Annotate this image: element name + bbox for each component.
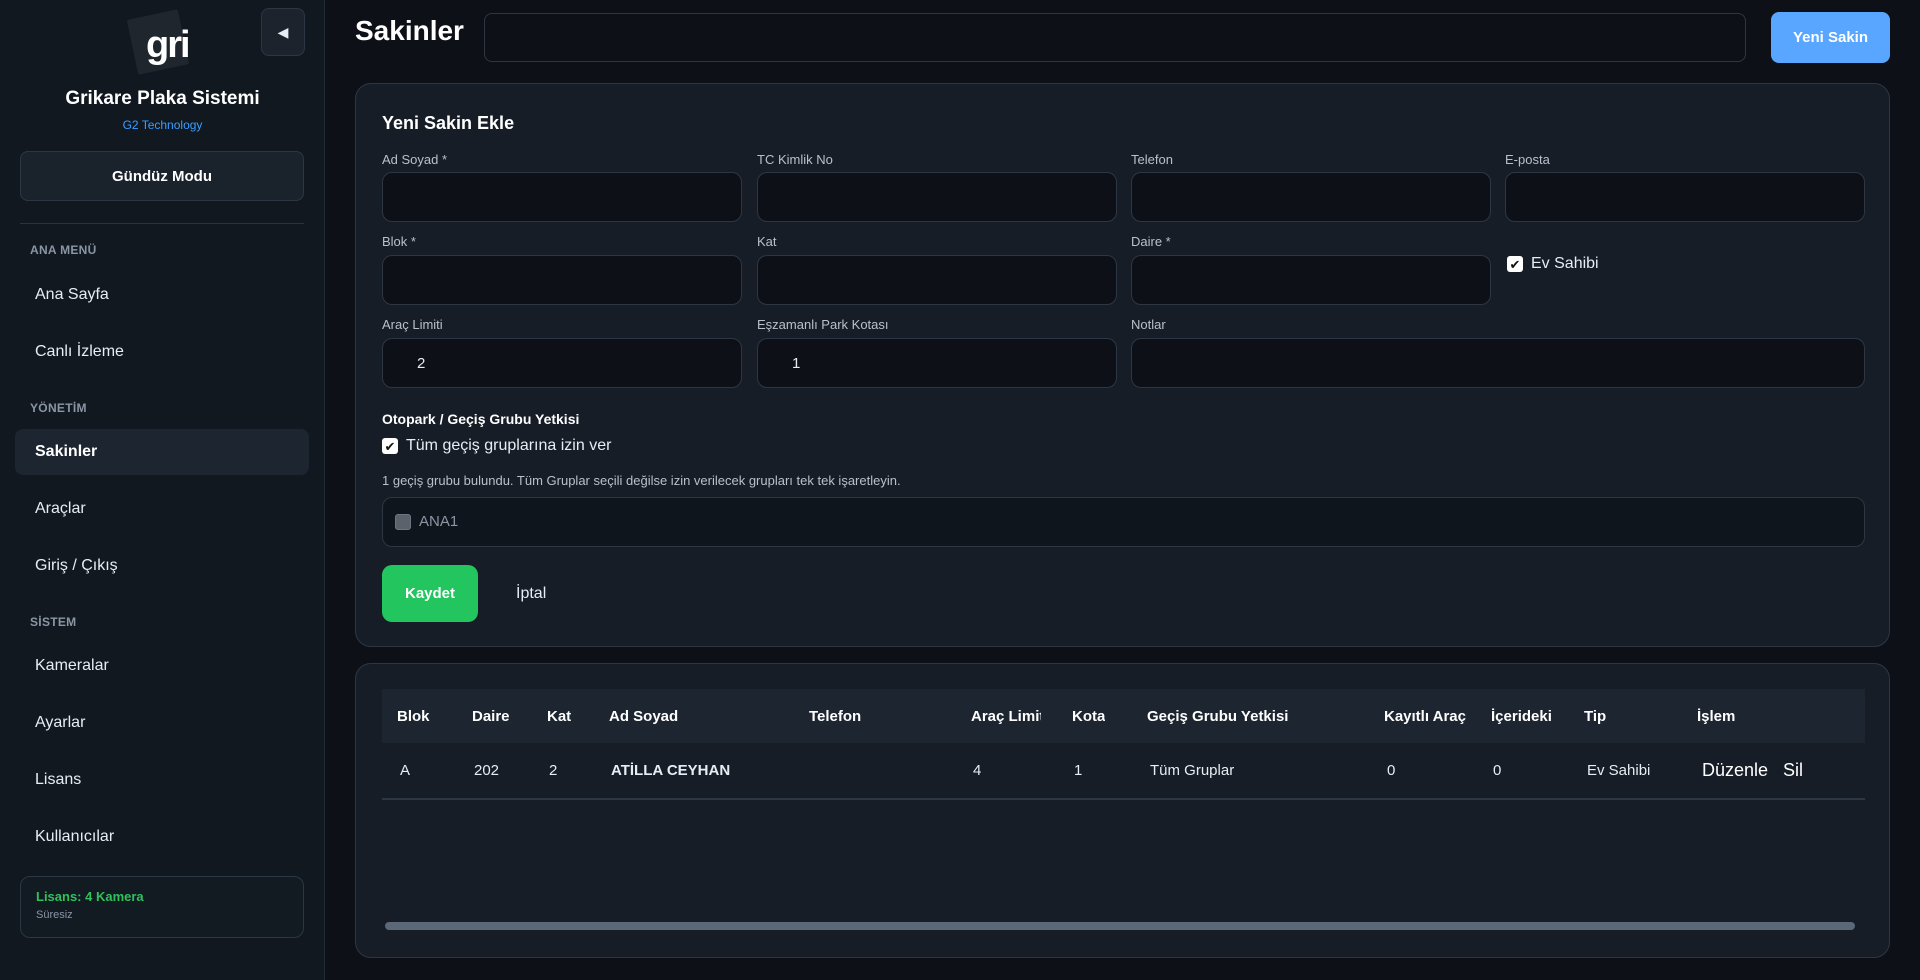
edit-button[interactable]: Düzenle bbox=[1702, 743, 1768, 798]
sidebar-item-cameras[interactable]: Kameralar bbox=[15, 643, 309, 689]
block-label: Blok * bbox=[382, 234, 416, 249]
sidebar-item-entry-exit[interactable]: Giriş / Çıkış bbox=[15, 543, 309, 589]
header-phone[interactable]: Telefon bbox=[809, 689, 861, 743]
header-block[interactable]: Blok bbox=[397, 689, 430, 743]
header-name[interactable]: Ad Soyad bbox=[609, 689, 678, 743]
floor-field[interactable] bbox=[757, 255, 1117, 305]
apartment-field[interactable] bbox=[1131, 255, 1491, 305]
header-vehicle-limit[interactable]: Araç Limiti bbox=[971, 689, 1041, 743]
cancel-button[interactable]: İptal bbox=[504, 565, 558, 622]
vehicle-limit-label: Araç Limiti bbox=[382, 317, 443, 332]
checkmark-icon: ✔ bbox=[384, 438, 396, 454]
allow-all-row[interactable]: ✔ Tüm geçiş gruplarına izin ver bbox=[382, 437, 611, 455]
cell-type: Ev Sahibi bbox=[1587, 762, 1651, 779]
cell-quota: 1 bbox=[1074, 762, 1083, 779]
sidebar-item-residents[interactable]: Sakinler bbox=[15, 429, 309, 475]
owner-checkbox-row[interactable]: ✔ Ev Sahibi bbox=[1507, 255, 1599, 273]
group-checkbox[interactable] bbox=[395, 513, 411, 530]
allow-all-label: Tüm geçiş gruplarına izin ver bbox=[406, 437, 612, 454]
access-help-text: 1 geçiş grubu bulundu. Tüm Gruplar seçil… bbox=[382, 473, 901, 488]
new-resident-form: Yeni Sakin Ekle Ad Soyad * TC Kimlik No … bbox=[355, 83, 1890, 647]
block-field[interactable] bbox=[382, 255, 742, 305]
group-label: ANA1 bbox=[419, 513, 459, 530]
app-title: Grikare Plaka Sistemi bbox=[65, 88, 260, 109]
header-quota[interactable]: Kota bbox=[1072, 689, 1105, 743]
page-title: Sakinler bbox=[355, 15, 464, 46]
cell-access-group: Tüm Gruplar bbox=[1150, 762, 1235, 779]
save-button[interactable]: Kaydet bbox=[382, 565, 478, 622]
cell-block: A bbox=[400, 762, 411, 779]
sidebar-item-live[interactable]: Canlı İzleme bbox=[15, 329, 309, 375]
sidebar-item-home[interactable]: Ana Sayfa bbox=[15, 272, 309, 318]
cell-floor: 2 bbox=[549, 762, 558, 779]
owner-label: Ev Sahibi bbox=[1531, 255, 1599, 272]
table-header: Blok Daire Kat Ad Soyad Telefon Araç Lim… bbox=[382, 689, 1865, 743]
cell-inside: 0 bbox=[1493, 762, 1502, 779]
header-inside[interactable]: İçerideki bbox=[1491, 689, 1552, 743]
sidebar-item-users[interactable]: Kullanıcılar bbox=[15, 814, 309, 860]
logo-text: gri bbox=[146, 24, 191, 66]
delete-button[interactable]: Sil bbox=[1783, 743, 1803, 798]
owner-checkbox[interactable]: ✔ bbox=[1507, 256, 1523, 272]
access-group-list: ANA1 bbox=[382, 497, 1865, 547]
app-subtitle: G2 Technology bbox=[122, 118, 203, 132]
residents-table: Blok Daire Kat Ad Soyad Telefon Araç Lim… bbox=[382, 689, 1865, 800]
full-name-label: Ad Soyad * bbox=[382, 152, 448, 167]
cell-name: ATİLLA CEYHAN bbox=[611, 762, 731, 779]
apartment-label: Daire * bbox=[1131, 234, 1171, 249]
header-apartment[interactable]: Daire bbox=[472, 689, 510, 743]
sidebar-item-settings[interactable]: Ayarlar bbox=[15, 700, 309, 746]
parking-quota-label: Eşzamanlı Park Kotası bbox=[757, 317, 889, 332]
header-floor[interactable]: Kat bbox=[547, 689, 571, 743]
phone-field[interactable] bbox=[1131, 172, 1491, 222]
vehicle-limit-field[interactable] bbox=[382, 338, 742, 388]
header-actions: İşlem bbox=[1697, 707, 1736, 725]
license-title: Lisans: 4 Kamera bbox=[36, 889, 144, 904]
tc-no-label: TC Kimlik No bbox=[757, 152, 833, 167]
group-item-ana1[interactable]: ANA1 bbox=[395, 513, 458, 530]
app-logo: gri bbox=[126, 8, 192, 75]
email-label: E-posta bbox=[1505, 152, 1550, 167]
table-row: A 202 2 ATİLLA CEYHAN 4 1 Tüm Gruplar 0 … bbox=[382, 743, 1865, 800]
checkmark-icon: ✔ bbox=[1509, 256, 1521, 272]
license-subtitle: Süresiz bbox=[36, 909, 73, 921]
section-label-system: SİSTEM bbox=[30, 615, 77, 629]
allow-all-checkbox[interactable]: ✔ bbox=[382, 438, 398, 454]
tc-no-field[interactable] bbox=[757, 172, 1117, 222]
header-access-group[interactable]: Geçiş Grubu Yetkisi bbox=[1147, 689, 1288, 743]
section-label-management: YÖNETİM bbox=[30, 401, 87, 415]
parking-quota-field[interactable] bbox=[757, 338, 1117, 388]
sidebar-item-vehicles[interactable]: Araçlar bbox=[15, 486, 309, 532]
email-field[interactable] bbox=[1505, 172, 1865, 222]
license-info-box: Lisans: 4 Kamera Süresiz bbox=[20, 876, 304, 938]
new-resident-button[interactable]: Yeni Sakin bbox=[1771, 12, 1890, 63]
access-section-title: Otopark / Geçiş Grubu Yetkisi bbox=[382, 411, 580, 427]
full-name-field[interactable] bbox=[382, 172, 742, 222]
search-input[interactable] bbox=[484, 13, 1746, 62]
phone-label: Telefon bbox=[1131, 152, 1173, 167]
floor-label: Kat bbox=[757, 234, 777, 249]
form-title: Yeni Sakin Ekle bbox=[382, 113, 515, 133]
horizontal-scrollbar[interactable] bbox=[385, 922, 1855, 930]
triangle-left-icon: ◀ bbox=[277, 23, 289, 40]
day-mode-button[interactable]: Gündüz Modu bbox=[20, 151, 304, 201]
cell-apartment: 202 bbox=[474, 762, 500, 779]
sidebar-divider bbox=[20, 223, 304, 224]
header-registered-vehicles[interactable]: Kayıtlı Araç bbox=[1384, 689, 1466, 743]
cell-vehicle-limit: 4 bbox=[973, 762, 982, 779]
section-label-main-menu: ANA MENÜ bbox=[30, 243, 97, 257]
header-type[interactable]: Tip bbox=[1584, 689, 1606, 743]
sidebar-item-license[interactable]: Lisans bbox=[15, 757, 309, 803]
cell-registered-vehicles: 0 bbox=[1387, 762, 1396, 779]
sidebar-collapse-button[interactable]: ◀ bbox=[261, 8, 305, 56]
sidebar: gri ◀ Grikare Plaka Sistemi G2 Technolog… bbox=[0, 0, 325, 980]
notes-field[interactable] bbox=[1131, 338, 1865, 388]
notes-label: Notlar bbox=[1131, 317, 1166, 332]
residents-table-card: Blok Daire Kat Ad Soyad Telefon Araç Lim… bbox=[355, 663, 1890, 958]
